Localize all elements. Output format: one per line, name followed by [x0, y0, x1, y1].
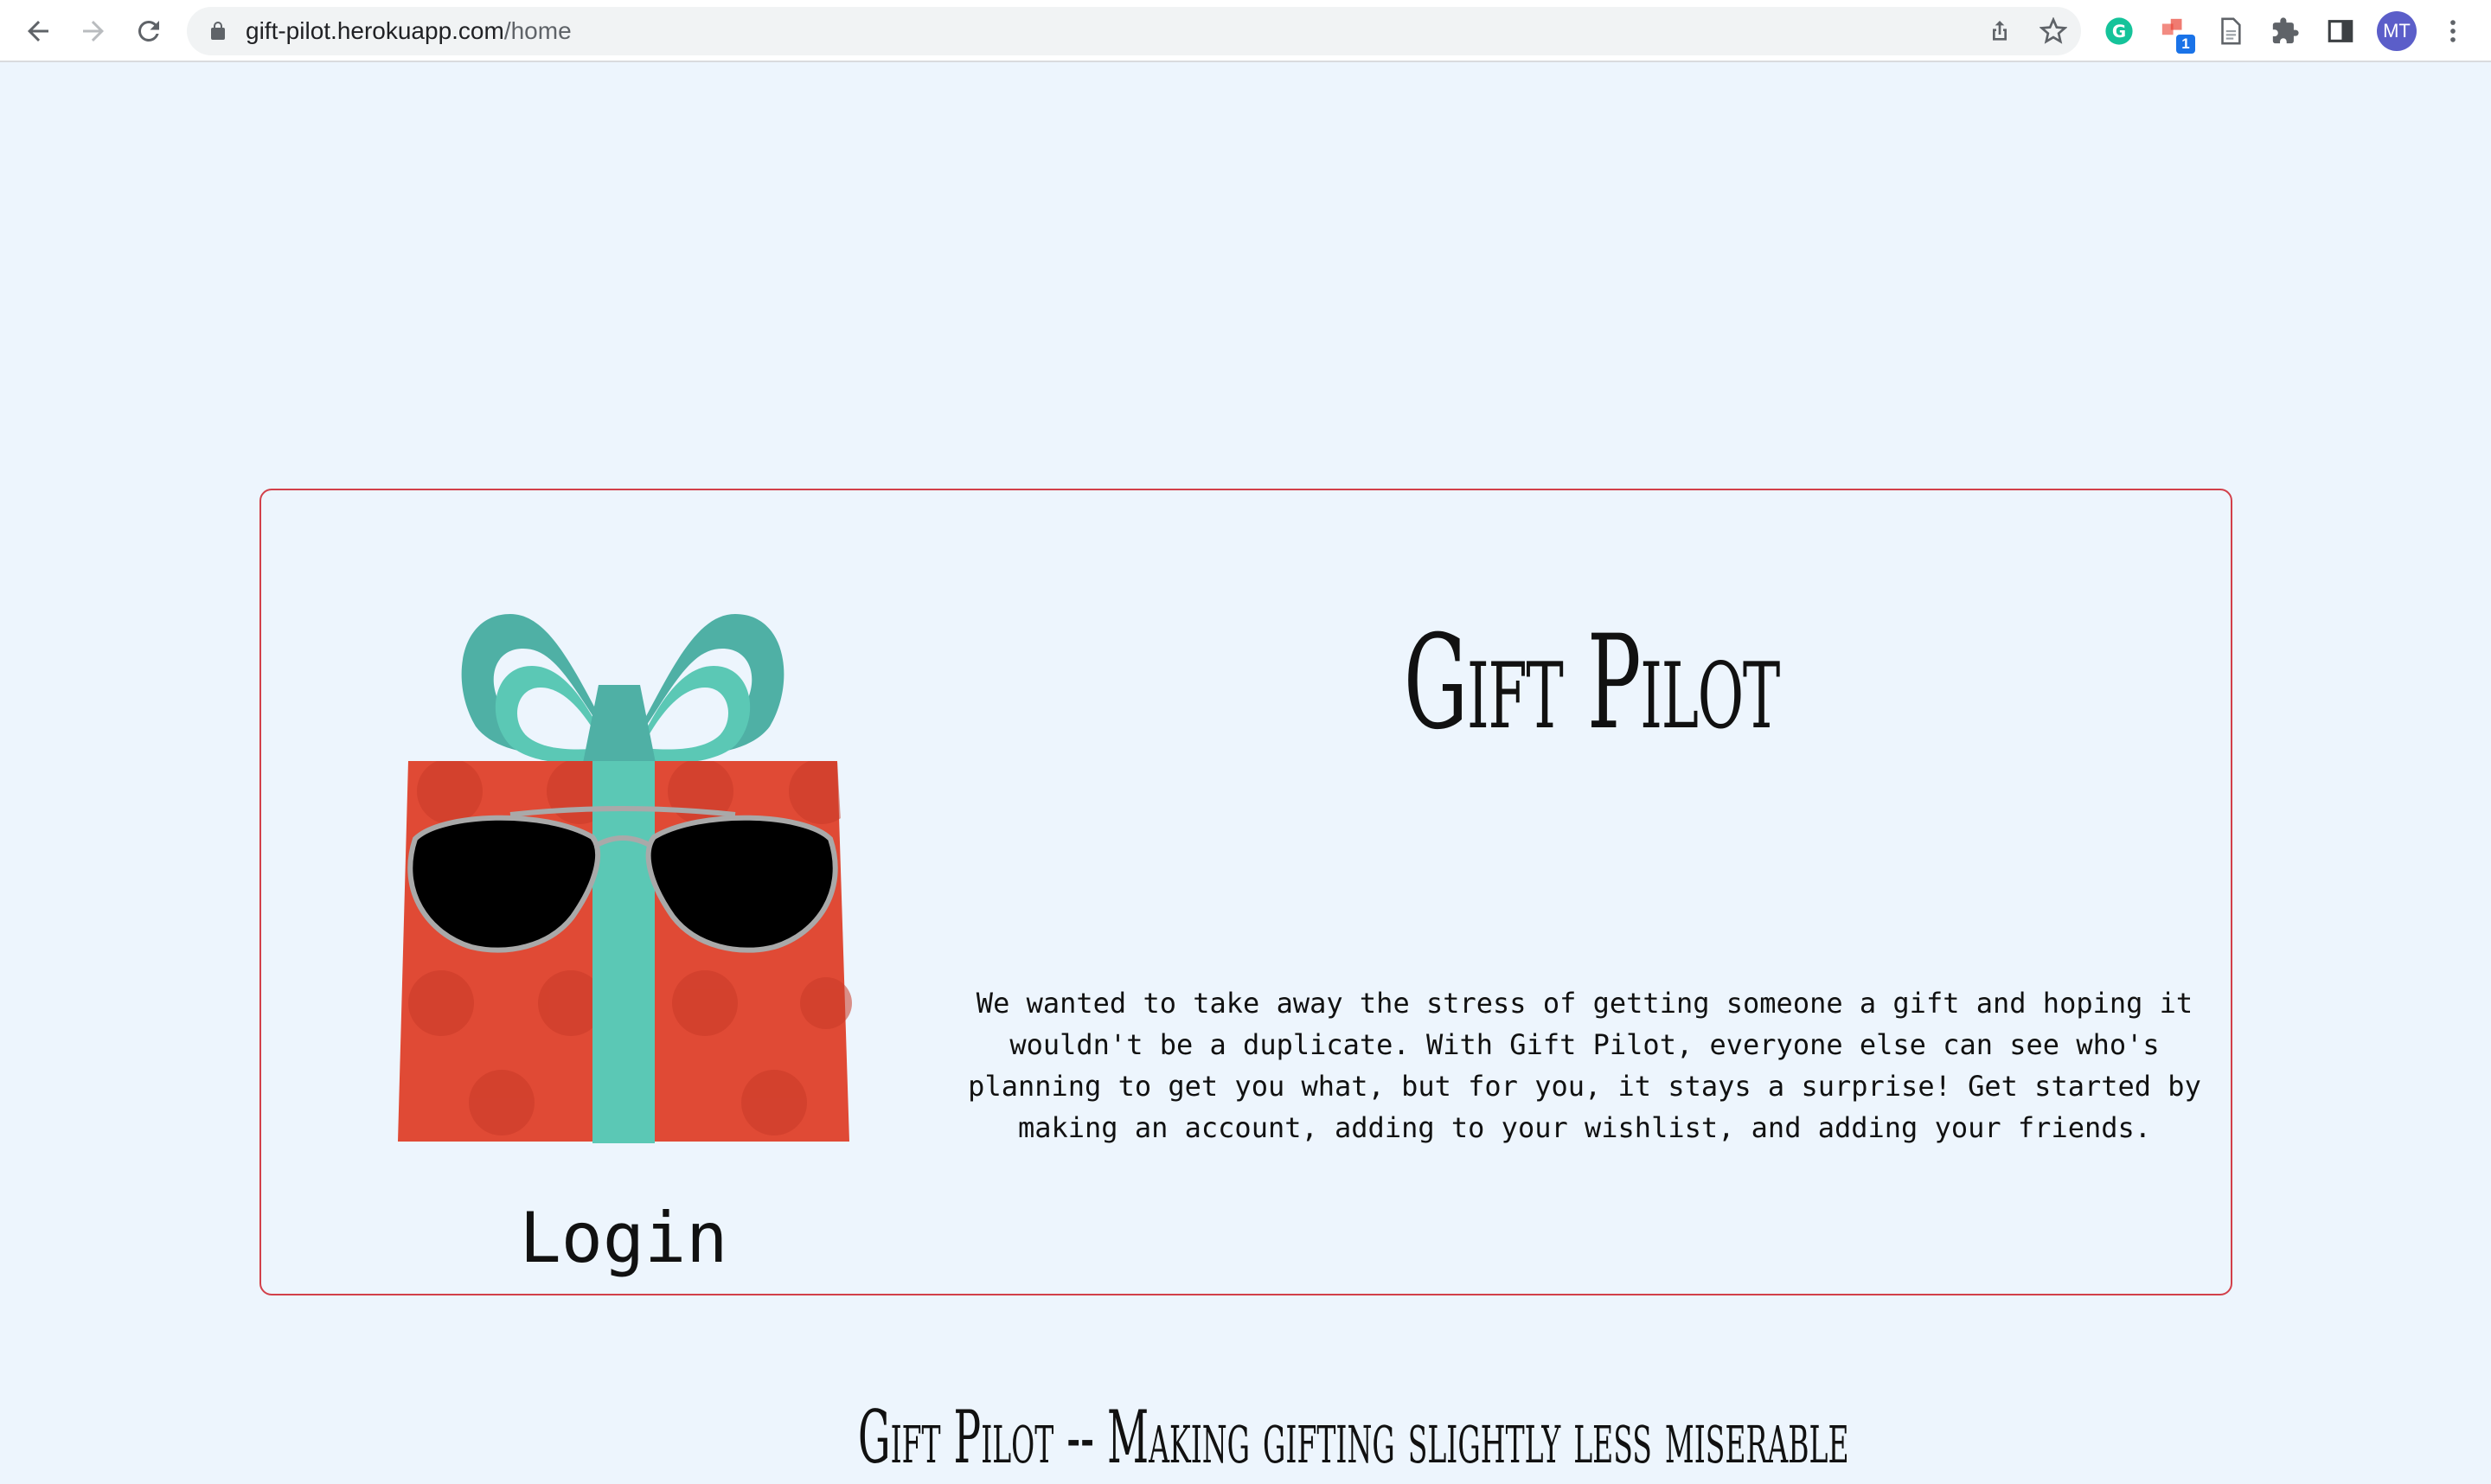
kebab-menu-icon[interactable]	[2436, 14, 2470, 48]
browser-toolbar: gift-pilot.herokuapp.com/home G 1 MT	[0, 0, 2491, 62]
svg-text:G: G	[2112, 22, 2126, 42]
share-icon[interactable]	[1986, 17, 2014, 45]
hero-description: We wanted to take away the stress of get…	[968, 987, 2201, 1144]
url-text: gift-pilot.herokuapp.com/home	[246, 17, 572, 45]
forward-button[interactable]	[74, 12, 112, 50]
login-link[interactable]: Login	[467, 1195, 780, 1282]
side-panel-icon[interactable]	[2323, 14, 2358, 48]
reload-button[interactable]	[130, 12, 168, 50]
ribbon-knot	[583, 685, 656, 763]
footer-tagline: Gift Pilot -- Making gifting slightly le…	[858, 1395, 1849, 1480]
arrow-right-icon	[83, 21, 104, 42]
arrow-left-icon	[28, 21, 48, 42]
reload-icon	[138, 20, 159, 42]
puzzle-icon[interactable]	[2268, 14, 2302, 48]
gift-with-sunglasses-illustration	[398, 614, 852, 1143]
url-path: /home	[503, 17, 572, 44]
url-host: gift-pilot.herokuapp.com	[246, 17, 504, 44]
back-button[interactable]	[19, 12, 57, 50]
grammarly-icon[interactable]: G	[2102, 14, 2136, 48]
lock-icon	[211, 22, 225, 40]
profile-avatar[interactable]: MT	[2377, 11, 2417, 51]
document-icon[interactable]	[2212, 14, 2247, 48]
extension-badge: 1	[2176, 35, 2195, 54]
ribbon-vertical	[592, 761, 655, 1143]
page-title: Gift Pilot	[1403, 608, 1780, 758]
address-bar[interactable]: gift-pilot.herokuapp.com/home	[187, 7, 2081, 55]
star-icon[interactable]	[2040, 17, 2067, 45]
